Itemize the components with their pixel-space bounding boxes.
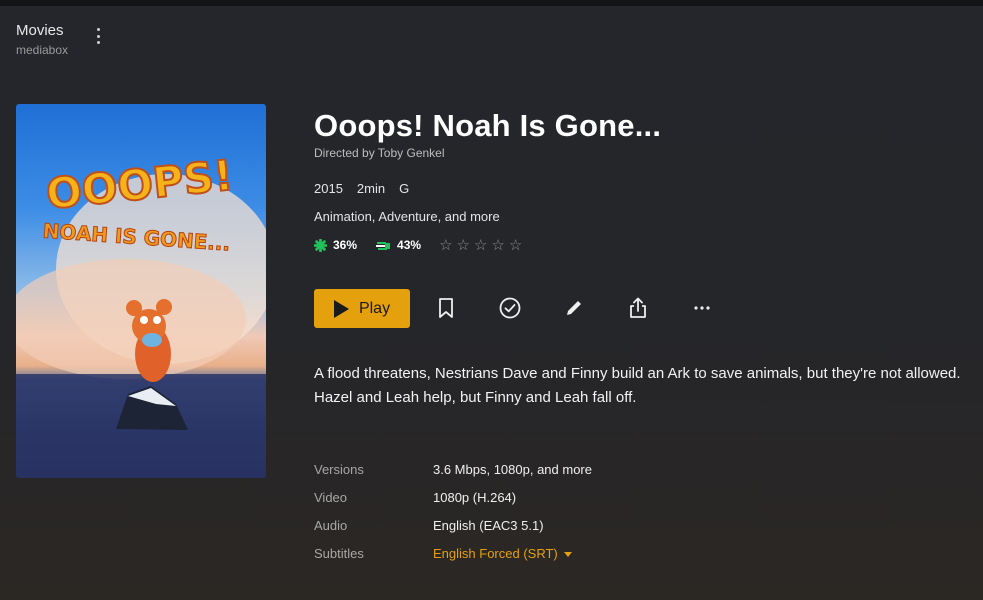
detail-label: Video <box>314 490 348 505</box>
detail-row-video: Video 1080p (H.264) <box>314 490 592 518</box>
detail-row-subtitles: Subtitles English Forced (SRT) <box>314 546 592 574</box>
star-icon[interactable]: ☆ <box>491 236 504 254</box>
media-details: Versions 3.6 Mbps, 1080p, and more Video… <box>314 462 592 574</box>
content-rating: G <box>399 181 410 196</box>
pencil-icon[interactable] <box>561 295 587 321</box>
director-credit[interactable]: Directed by Toby Genkel <box>314 146 445 160</box>
detail-label: Versions <box>314 462 364 477</box>
star-icon[interactable]: ☆ <box>474 236 487 254</box>
window-top-strip <box>0 0 983 6</box>
ratings-row: 36% 43% ☆ ☆ ☆ ☆ ☆ <box>314 236 522 254</box>
detail-value: 3.6 Mbps, 1080p, and more <box>433 462 592 477</box>
star-icon[interactable]: ☆ <box>439 236 452 254</box>
caret-down-icon <box>563 551 572 557</box>
movie-poster[interactable]: OOOPS! NOAH IS GONE... <box>16 104 266 478</box>
movie-title: Ooops! Noah Is Gone... <box>314 108 662 143</box>
detail-value: 1080p (H.264) <box>433 490 517 505</box>
critic-rating: 36% <box>314 238 357 252</box>
subtitles-dropdown[interactable]: English Forced (SRT) <box>433 546 572 561</box>
star-icon[interactable]: ☆ <box>509 236 522 254</box>
critic-rating-value: 36% <box>333 238 358 252</box>
genres[interactable]: Animation, Adventure, and more <box>314 209 500 224</box>
critic-splat-icon <box>314 238 327 252</box>
movie-description: A flood threatens, Nestrians Dave and Fi… <box>314 365 961 406</box>
bookmark-icon[interactable] <box>433 295 459 321</box>
library-header: Movies mediabox <box>16 22 68 57</box>
detail-label: Subtitles <box>314 546 364 561</box>
play-button[interactable]: Play <box>314 289 410 328</box>
user-star-rating[interactable]: ☆ ☆ ☆ ☆ ☆ <box>439 236 522 254</box>
detail-value: English (EAC3 5.1) <box>433 518 544 533</box>
movie-meta: 2015 2min G <box>314 181 409 196</box>
poster-artwork: OOOPS! NOAH IS GONE... <box>16 149 266 478</box>
audience-popcorn-icon <box>376 241 391 250</box>
library-title[interactable]: Movies <box>16 22 68 39</box>
release-year: 2015 <box>314 181 343 196</box>
detail-row-audio: Audio English (EAC3 5.1) <box>314 518 592 546</box>
subtitles-value: English Forced (SRT) <box>433 546 558 561</box>
more-horizontal-icon[interactable] <box>689 295 715 321</box>
audience-rating-value: 43% <box>397 238 422 252</box>
server-name: mediabox <box>16 43 69 57</box>
play-icon <box>333 299 349 318</box>
share-icon[interactable] <box>625 295 651 321</box>
star-icon[interactable]: ☆ <box>457 236 470 254</box>
play-label: Play <box>358 299 391 317</box>
check-circle-icon[interactable] <box>497 295 523 321</box>
detail-row-versions: Versions 3.6 Mbps, 1080p, and more <box>314 462 592 490</box>
audience-rating: 43% <box>375 238 421 252</box>
detail-label: Audio <box>314 518 348 533</box>
duration: 2min <box>356 181 386 196</box>
vertical-more-icon[interactable] <box>90 28 106 44</box>
